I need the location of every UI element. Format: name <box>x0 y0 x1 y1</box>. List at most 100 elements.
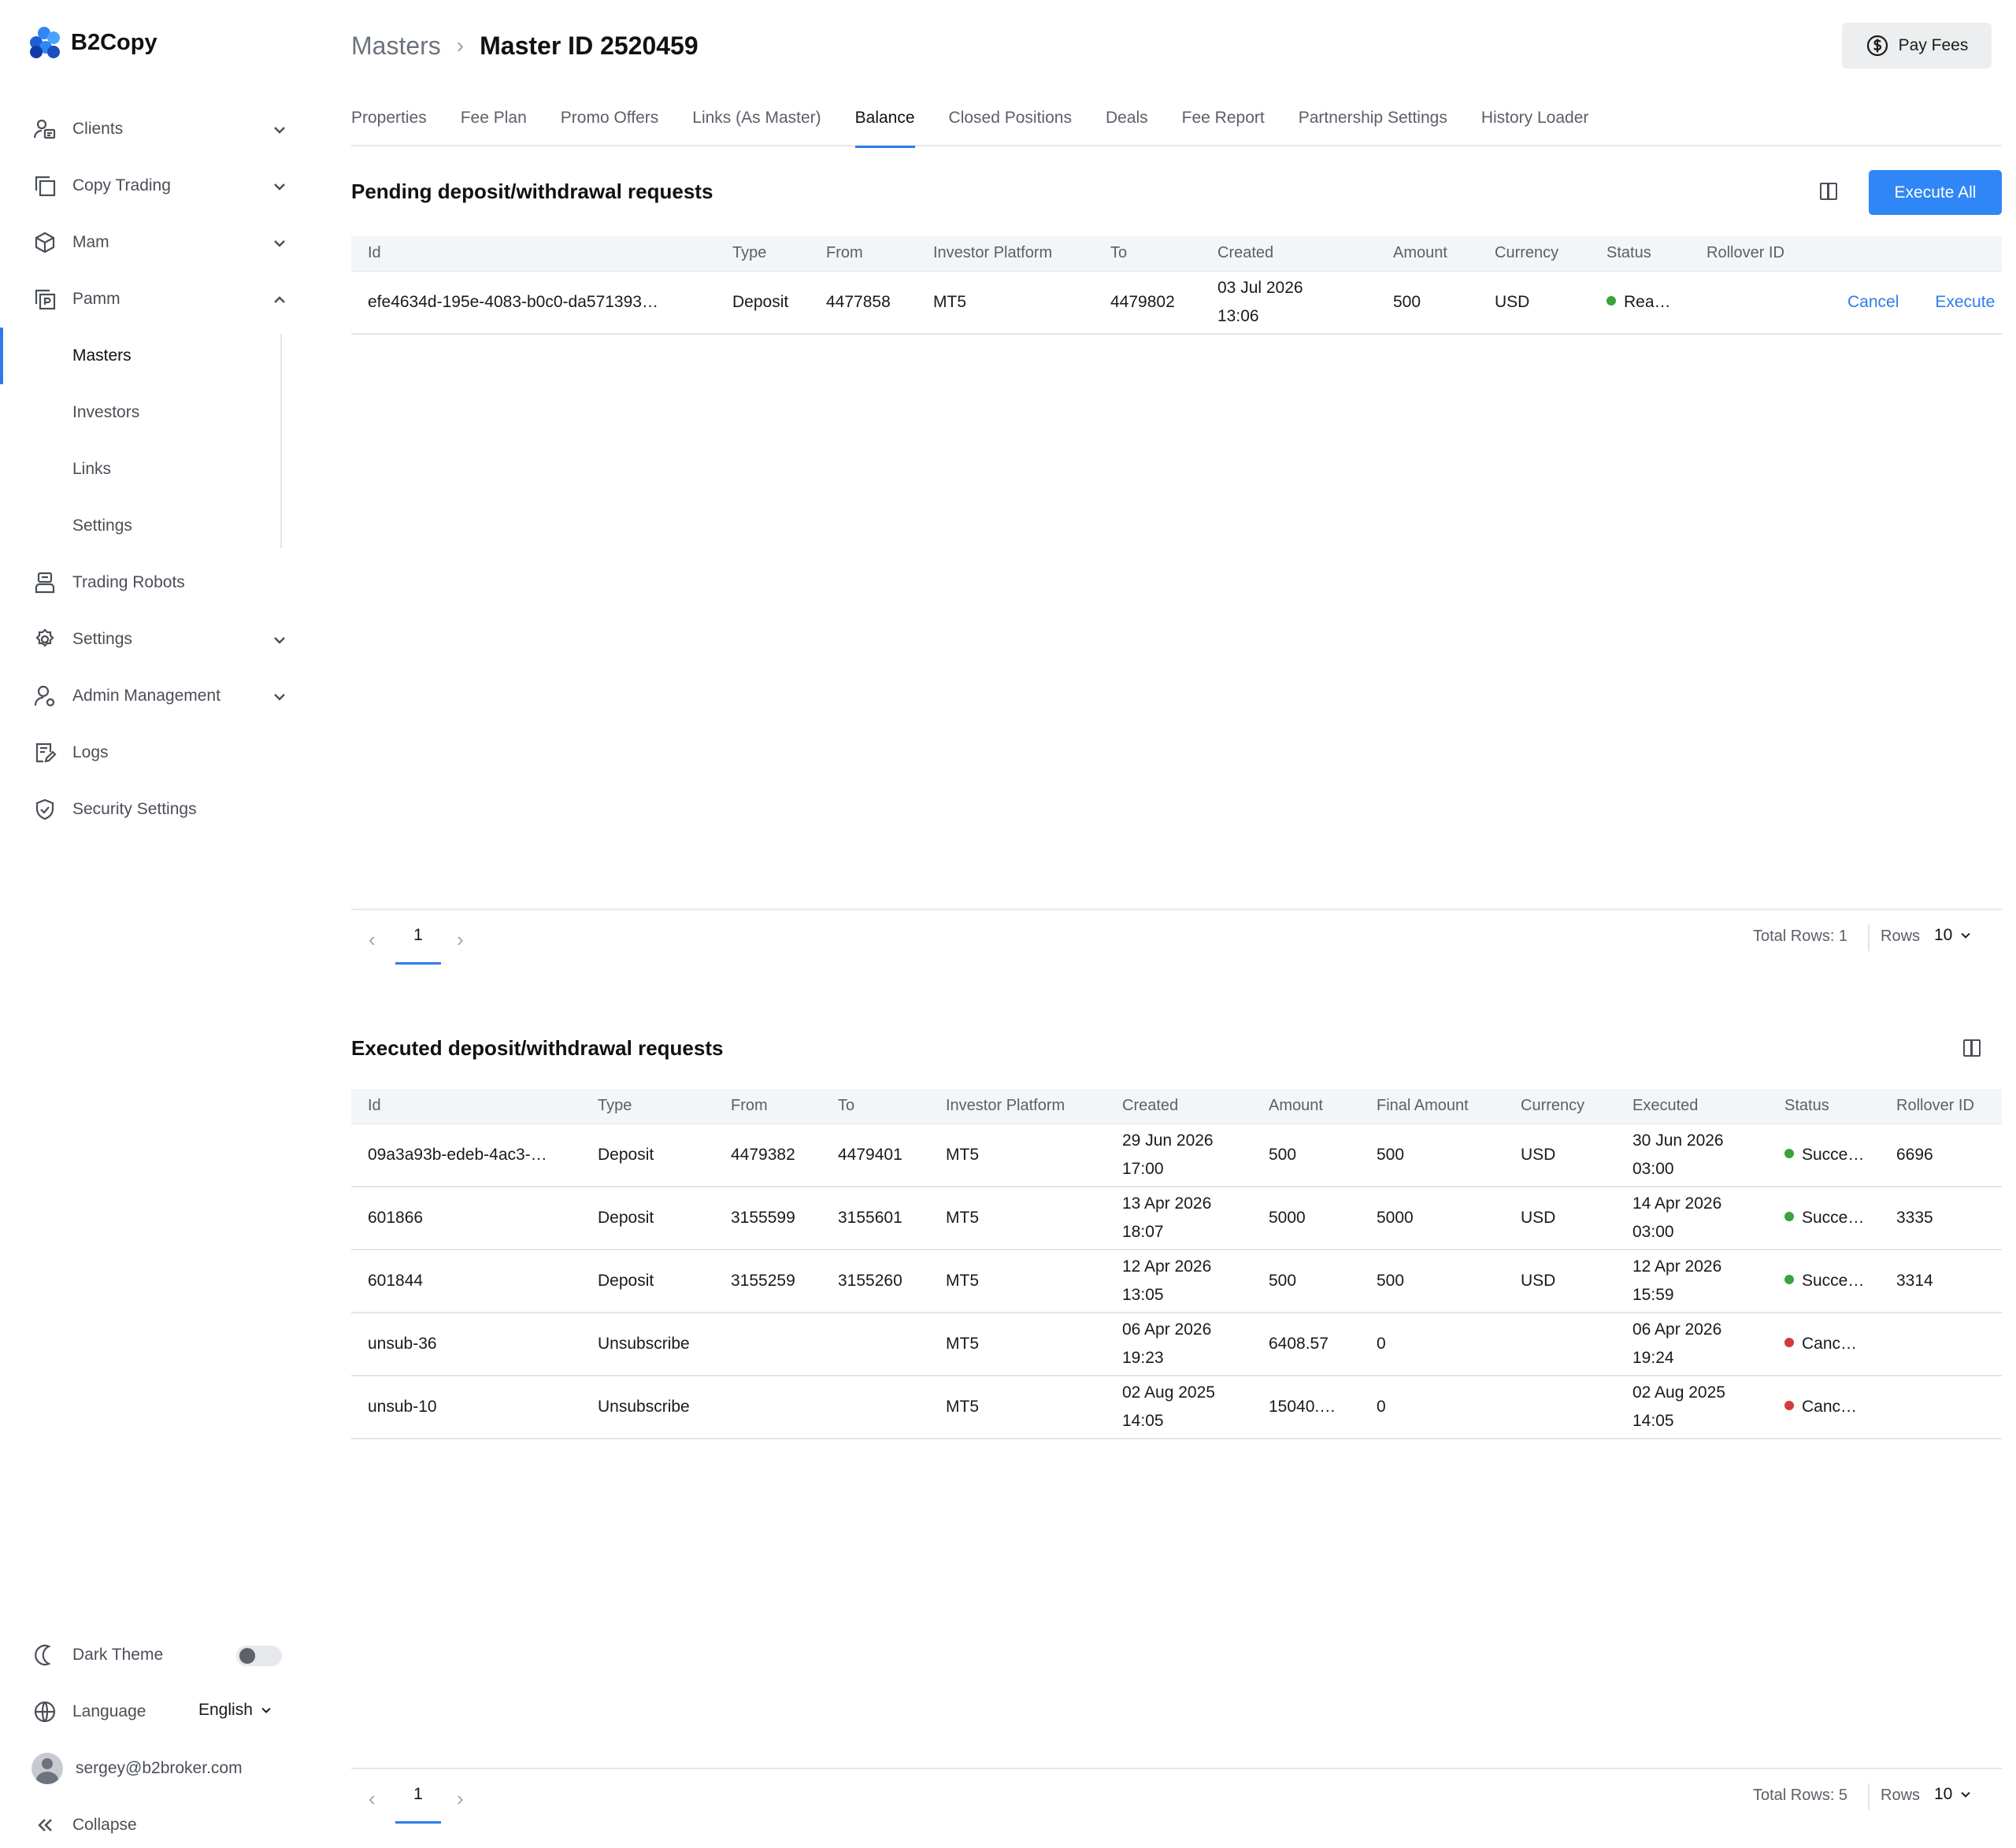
status-text: Succe… <box>1802 1145 1865 1164</box>
user-row[interactable]: sergey@b2broker.com <box>0 1740 315 1797</box>
cancel-button[interactable]: Cancel <box>1847 293 1899 311</box>
cell-type: Unsubscribe <box>581 1376 714 1439</box>
sidebar-item-admin-management[interactable]: Admin Management <box>0 668 315 724</box>
tab-deals[interactable]: Deals <box>1106 101 1148 146</box>
cell-rollover: 3335 <box>1880 1187 2002 1250</box>
columns-icon[interactable] <box>1820 183 1837 200</box>
chevron-left-icon[interactable]: ‹ <box>369 928 376 952</box>
cell-to <box>821 1376 929 1439</box>
chevron-down-icon <box>1961 1791 1970 1798</box>
chevron-down-icon[interactable] <box>271 631 288 649</box>
chevron-right-icon[interactable]: › <box>457 928 464 952</box>
column-header[interactable]: Id <box>351 236 716 272</box>
cell-created-time: 19:23 <box>1122 1349 1164 1367</box>
tab-fee-plan[interactable]: Fee Plan <box>461 101 527 146</box>
column-header[interactable]: Status <box>1768 1089 1880 1124</box>
brand-name: B2Copy <box>71 29 158 55</box>
pamm-icon <box>32 286 58 313</box>
globe-icon <box>32 1698 58 1725</box>
cell-executed-date: 02 Aug 2025 <box>1632 1383 1725 1402</box>
sidebar-item-mam[interactable]: Mam <box>0 214 315 271</box>
sidebar-subitem-investors[interactable]: Investors <box>0 384 315 441</box>
column-header[interactable]: Amount <box>1377 236 1478 272</box>
chevron-up-icon[interactable] <box>271 291 288 309</box>
page-number[interactable]: 1 <box>395 926 441 965</box>
column-header[interactable]: Type <box>716 236 810 272</box>
column-header[interactable]: Created <box>1201 236 1377 272</box>
column-header[interactable]: Created <box>1106 1089 1252 1124</box>
pay-fees-button[interactable]: Pay Fees <box>1842 23 1992 69</box>
chevron-down-icon[interactable] <box>271 178 288 195</box>
sidebar-item-security-settings[interactable]: Security Settings <box>0 781 315 838</box>
cell-created-time: 13:06 <box>1217 306 1259 325</box>
execute-button[interactable]: Execute <box>1935 293 1995 311</box>
column-header[interactable]: Final Amount <box>1360 1089 1504 1124</box>
cell-id: 601866 <box>351 1187 581 1250</box>
tab-properties[interactable]: Properties <box>351 101 427 146</box>
execute-all-button[interactable]: Execute All <box>1869 170 2002 215</box>
tab-fee-report[interactable]: Fee Report <box>1182 101 1265 146</box>
column-header[interactable]: Rollover ID <box>1880 1089 2002 1124</box>
column-header[interactable]: To <box>821 1089 929 1124</box>
chevron-down-icon[interactable] <box>271 121 288 139</box>
pamm-submenu: Masters Investors Links Settings <box>0 328 315 554</box>
tab-partnership-settings[interactable]: Partnership Settings <box>1299 101 1447 146</box>
rows-per-page-select[interactable]: 10 <box>1934 926 1973 945</box>
sidebar-item-trading-robots[interactable]: Trading Robots <box>0 554 315 611</box>
rows-per-page-select[interactable]: 10 <box>1934 1785 1973 1804</box>
cell-id: efe4634d-195e-4083-b0c0-da571393… <box>351 271 716 335</box>
table-row: efe4634d-195e-4083-b0c0-da571393… Deposit… <box>351 271 2002 335</box>
chevron-down-icon[interactable] <box>271 688 288 705</box>
status-badge: Succe… <box>1768 1124 1880 1187</box>
sidebar-item-clients[interactable]: Clients <box>0 101 315 157</box>
tab-balance[interactable]: Balance <box>854 101 915 148</box>
cell-type: Deposit <box>581 1250 714 1313</box>
column-header[interactable]: From <box>810 236 917 272</box>
dark-theme-toggle[interactable] <box>236 1646 282 1666</box>
clients-icon <box>32 116 58 143</box>
tab-history-loader[interactable]: History Loader <box>1481 101 1589 146</box>
column-header[interactable]: From <box>714 1089 821 1124</box>
column-header[interactable]: Currency <box>1504 1089 1616 1124</box>
column-header[interactable]: Executed <box>1616 1089 1768 1124</box>
column-header[interactable]: Currency <box>1478 236 1590 272</box>
column-header[interactable]: Status <box>1590 236 1690 272</box>
tab-links-as-master[interactable]: Links (As Master) <box>692 101 821 146</box>
cell-from <box>714 1313 821 1376</box>
divider <box>1868 1783 1870 1810</box>
column-header[interactable]: Id <box>351 1089 581 1124</box>
column-header[interactable]: Type <box>581 1089 714 1124</box>
collapse-button[interactable]: Collapse <box>0 1797 315 1848</box>
user-email: sergey@b2broker.com <box>76 1759 243 1777</box>
cell-executed-time: 03:00 <box>1632 1223 1674 1241</box>
columns-icon[interactable] <box>1963 1039 1981 1057</box>
status-badge: Canc… <box>1768 1376 1880 1439</box>
sidebar-item-logs[interactable]: Logs <box>0 724 315 781</box>
status-text: Rea… <box>1624 292 1671 311</box>
sidebar-subitem-masters[interactable]: Masters <box>0 328 315 384</box>
chevron-down-icon[interactable] <box>271 235 288 252</box>
sidebar-item-label: Security Settings <box>72 800 197 818</box>
chevron-right-icon[interactable]: › <box>457 1787 464 1811</box>
cell-created-date: 13 Apr 2026 <box>1122 1194 1212 1213</box>
page-number[interactable]: 1 <box>395 1785 441 1824</box>
tab-promo-offers[interactable]: Promo Offers <box>561 101 658 146</box>
column-header[interactable]: Investor Platform <box>917 236 1094 272</box>
cell-platform: MT5 <box>929 1124 1106 1187</box>
cell-platform: MT5 <box>929 1313 1106 1376</box>
column-header[interactable]: To <box>1094 236 1201 272</box>
column-header[interactable]: Investor Platform <box>929 1089 1106 1124</box>
column-header[interactable]: Rollover ID <box>1690 236 1813 272</box>
sidebar-item-settings[interactable]: Settings <box>0 611 315 668</box>
language-select[interactable]: English <box>198 1701 273 1720</box>
sidebar-item-copy-trading[interactable]: Copy Trading <box>0 157 315 214</box>
sidebar-subitem-settings[interactable]: Settings <box>0 498 315 554</box>
sidebar-subitem-links[interactable]: Links <box>0 441 315 498</box>
tab-closed-positions[interactable]: Closed Positions <box>949 101 1072 146</box>
breadcrumb-masters[interactable]: Masters <box>351 31 441 61</box>
chevron-left-icon[interactable]: ‹ <box>369 1787 376 1811</box>
sidebar-item-pamm[interactable]: Pamm <box>0 271 315 328</box>
brand-logo[interactable]: B2Copy <box>28 27 158 58</box>
double-chevron-left-icon <box>32 1812 58 1839</box>
column-header[interactable]: Amount <box>1252 1089 1360 1124</box>
